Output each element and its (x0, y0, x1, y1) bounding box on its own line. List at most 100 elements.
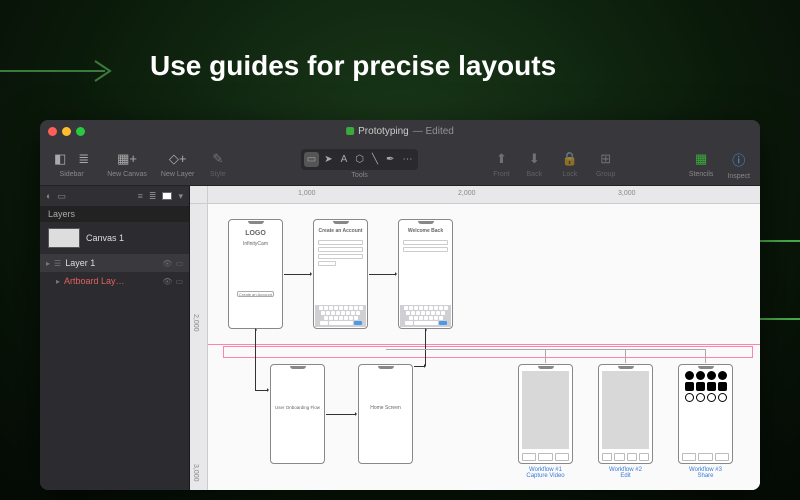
stencils-icon[interactable]: ▦ (691, 149, 711, 169)
maximize-button[interactable] (76, 127, 85, 136)
align2-icon[interactable]: ≣ (149, 191, 157, 202)
sidebar-toggle-icon[interactable]: ◧ (50, 149, 70, 169)
layer-type-icon: ☰ (54, 259, 61, 268)
tree-line (705, 349, 706, 363)
layers-section-header: Layers (40, 206, 189, 222)
back-label: Back (527, 171, 543, 178)
mockup-intro[interactable]: LOGO InfinityCam Create an Account (228, 219, 283, 329)
minimize-button[interactable] (62, 127, 71, 136)
lock-icon[interactable]: 🔒 (558, 149, 582, 169)
create-account-button: Create an Account (237, 291, 274, 297)
ruler-vertical[interactable]: 2,000 3,000 (190, 204, 208, 490)
layer-expand-icon[interactable]: ▸ (56, 277, 60, 286)
layer-visible-icon[interactable]: 👁 (162, 277, 172, 286)
workflow1-label: Workflow #1Capture Video (518, 467, 573, 479)
tools-cluster: ▭ ➤ A ⬡ ╲ ✒ ⋯ (301, 149, 419, 170)
layer-row-artboard[interactable]: ▸ Artboard Lay… 👁▭ (40, 272, 189, 290)
canvas-thumb-icon (48, 228, 80, 248)
tree-line (545, 349, 546, 363)
more-tool-icon[interactable]: ⋯ (399, 152, 415, 167)
canvas-item[interactable]: Canvas 1 (40, 222, 189, 254)
layer-row-1[interactable]: ▸ ☰ Layer 1 👁▭ (40, 254, 189, 272)
new-canvas-label: New Canvas (107, 171, 147, 178)
stroke-swatch-icon[interactable]: ▭ (57, 191, 66, 202)
canvas-area[interactable]: 1,000 2,000 3,000 2,000 3,000 LOGO Infin… (190, 186, 760, 490)
group-icon[interactable]: ⊞ (596, 149, 615, 169)
onboarding-label: User Onboarding Flow (271, 405, 324, 410)
fill-swatch-icon[interactable]: ◐ (46, 191, 51, 201)
titlebar: Prototyping — Edited (40, 120, 760, 142)
document-name: Prototyping (358, 126, 409, 137)
flow-arrow (326, 414, 356, 415)
guide-selection[interactable] (223, 346, 753, 358)
mockup-workflow-3[interactable] (678, 364, 733, 464)
keyboard-icon (315, 305, 366, 327)
stencils-label: Stencils (689, 171, 714, 178)
style-label: Style (210, 171, 226, 178)
guide-horizontal[interactable] (208, 344, 760, 345)
ruler-horizontal[interactable]: 1,000 2,000 3,000 (208, 186, 760, 204)
welcome-title: Welcome Back (399, 228, 452, 234)
artboard-name: Artboard Lay… (64, 276, 158, 286)
layer-lock-icon[interactable]: ▭ (175, 277, 183, 286)
sidebar-list-icon[interactable]: ≣ (74, 149, 93, 169)
front-icon[interactable]: ⬆ (492, 149, 511, 169)
mockup-workflow-1[interactable] (518, 364, 573, 464)
front-label: Front (493, 171, 509, 178)
document-icon (346, 127, 354, 135)
flow-arrow (255, 390, 268, 391)
select-tool-icon[interactable]: ▭ (304, 152, 319, 167)
layer-visible-icon[interactable]: 👁 (162, 259, 172, 268)
new-canvas-icon[interactable]: ▦+ (113, 149, 141, 169)
ruler-tick: 3,000 (618, 190, 636, 197)
close-button[interactable] (48, 127, 57, 136)
ruler-tick: 2,000 (458, 190, 476, 197)
app-window: Prototyping — Edited ◧ ≣ Sidebar ▦+ New … (40, 120, 760, 490)
ruler-tick: 3,000 (192, 464, 199, 482)
workflow3-label: Workflow #3Share (678, 467, 733, 479)
shape-tool-icon[interactable]: ⬡ (352, 152, 367, 167)
swatch-white-icon[interactable] (162, 192, 172, 200)
flow-arrow (414, 366, 425, 367)
new-layer-label: New Layer (161, 171, 194, 178)
decor-arrow-left (0, 56, 120, 86)
pen-tool-icon[interactable]: ✒ (383, 152, 397, 167)
mockup-workflow-2[interactable] (598, 364, 653, 464)
ruler-tick: 2,000 (192, 314, 199, 332)
pointer-tool-icon[interactable]: ➤ (321, 152, 335, 167)
group-label: Group (596, 171, 615, 178)
lock-label: Lock (562, 171, 577, 178)
text-tool-icon[interactable]: A (338, 152, 351, 167)
mockup-home[interactable]: Home Screen (358, 364, 413, 464)
mockup-onboarding[interactable]: User Onboarding Flow (270, 364, 325, 464)
chevron-down-icon[interactable]: ▾ (178, 191, 183, 202)
sidebar-label: Sidebar (60, 171, 84, 178)
toolbar: ◧ ≣ Sidebar ▦+ New Canvas ◇+ New Layer ✎… (40, 142, 760, 186)
line-tool-icon[interactable]: ╲ (369, 152, 381, 167)
inspect-label: Inspect (727, 173, 750, 180)
document-title: Prototyping — Edited (346, 126, 454, 137)
back-icon[interactable]: ⬇ (525, 149, 544, 169)
layer-name: Layer 1 (65, 258, 158, 268)
layer-expand-icon[interactable]: ▸ (46, 259, 50, 268)
align-icon[interactable]: ≡ (138, 191, 143, 201)
mockup-welcome[interactable]: Welcome Back (398, 219, 453, 329)
workflow2-label: Workflow #2Edit (598, 467, 653, 479)
main-area: ◐ ▭ ≡ ≣ ▾ Layers Canvas 1 ▸ ☰ Layer 1 👁▭… (40, 186, 760, 490)
flow-arrow (369, 274, 396, 275)
new-layer-icon[interactable]: ◇+ (165, 149, 191, 169)
traffic-lights (48, 127, 85, 136)
flow-arrow (425, 330, 426, 366)
inspect-icon[interactable]: ⓘ (728, 148, 749, 171)
ruler-tick: 1,000 (298, 190, 316, 197)
canvas-content[interactable]: LOGO InfinityCam Create an Account Creat… (208, 204, 760, 490)
create-title: Create an Account (314, 228, 367, 234)
mockup-create-account[interactable]: Create an Account (313, 219, 368, 329)
flow-arrow (255, 330, 256, 390)
inspector-bar: ◐ ▭ ≡ ≣ ▾ (40, 186, 189, 206)
tree-line (625, 349, 626, 363)
style-icon[interactable]: ✎ (208, 149, 227, 169)
logo-label: LOGO (229, 230, 282, 237)
home-label: Home Screen (359, 405, 412, 411)
layer-lock-icon[interactable]: ▭ (175, 259, 183, 268)
